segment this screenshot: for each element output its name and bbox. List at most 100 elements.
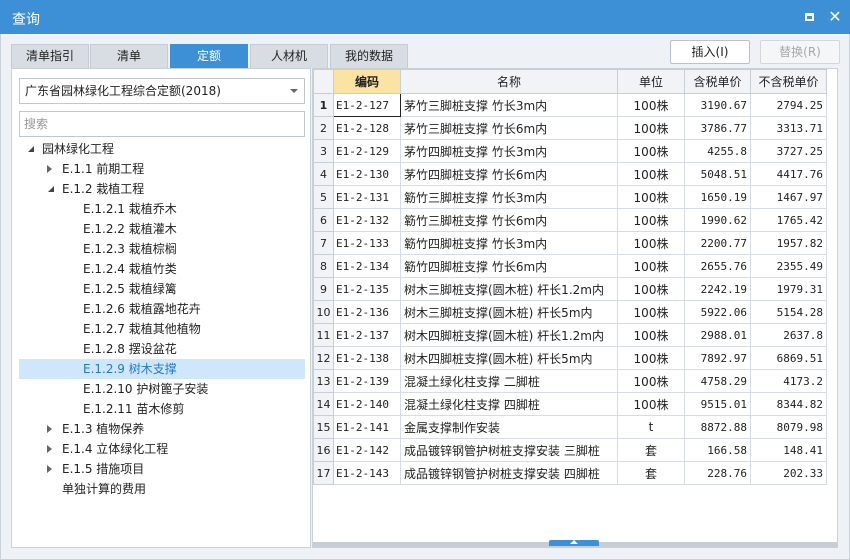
unit-cell[interactable]: 套 [617,438,685,462]
tree-item[interactable]: E.1.2.1 栽植乔木 [12,199,310,219]
row-number-cell[interactable]: 1 [313,93,334,117]
price-tax-cell[interactable]: 9515.01 [684,392,751,416]
price-notax-cell[interactable]: 2794.25 [750,93,827,117]
unit-cell[interactable]: 100株 [617,346,685,370]
price-notax-cell[interactable]: 2355.49 [750,254,827,278]
code-cell[interactable]: E1-2-135 [333,277,401,301]
row-number-cell[interactable]: 10 [313,300,334,324]
tree-item[interactable]: 单独计算的费用 [12,479,310,499]
name-cell[interactable]: 树木三脚桩支撑(圆木桩) 杆长5m内 [400,300,618,324]
tree-item[interactable]: E.1.2.2 栽植灌木 [12,219,310,239]
price-tax-cell[interactable]: 2655.76 [684,254,751,278]
price-notax-cell[interactable]: 5154.28 [750,300,827,324]
price-notax-cell[interactable]: 3313.71 [750,116,827,140]
expand-down-icon[interactable] [48,186,54,192]
expand-right-icon[interactable] [47,425,52,433]
price-notax-cell[interactable]: 1467.97 [750,185,827,209]
table-row[interactable]: 15 E1-2-141 金属支撑制作安装 t 8872.88 8079.98 [313,415,827,439]
row-number-cell[interactable]: 15 [313,415,334,439]
unit-cell[interactable]: 100株 [617,231,685,255]
table-row[interactable]: 14 E1-2-140 混凝土绿化柱支撑 四脚桩 100株 9515.01 8344.82 [313,392,827,416]
table-row[interactable]: 11 E1-2-137 树木四脚桩支撑(圆木桩) 杆长1.2m内 100株 2988.0… [313,323,827,347]
replace-button[interactable]: 替换(R) [760,40,840,64]
price-tax-cell[interactable]: 2200.77 [684,231,751,255]
tree-item[interactable]: E.1.2.6 栽植露地花卉 [12,299,310,319]
table-row[interactable]: 13 E1-2-139 混凝土绿化柱支撑 二脚桩 100株 4758.29 4173.2 [313,369,827,393]
tab-quota[interactable]: 定额 [170,44,248,68]
row-number-cell[interactable]: 5 [313,185,334,209]
panel-splitter[interactable] [549,540,599,546]
tree-item[interactable]: E.1.2.3 栽植棕榈 [12,239,310,259]
name-cell[interactable]: 茅竹四脚桩支撑 竹长6m内 [400,162,618,186]
name-cell[interactable]: 金属支撑制作安装 [400,415,618,439]
tree-item[interactable]: E.1.1 前期工程 [12,159,310,179]
price-tax-cell[interactable]: 3190.67 [684,93,751,117]
tree-item[interactable]: E.1.3 植物保养 [12,419,310,439]
unit-cell[interactable]: 100株 [617,277,685,301]
table-row[interactable]: 4 E1-2-130 茅竹四脚桩支撑 竹长6m内 100株 5048.51 4417.76 [313,162,827,186]
name-cell[interactable]: 树木三脚桩支撑(圆木桩) 杆长1.2m内 [400,277,618,301]
tree-item[interactable]: E.1.2.7 栽植其他植物 [12,319,310,339]
name-cell[interactable]: 簕竹四脚桩支撑 竹长6m内 [400,254,618,278]
expand-down-icon[interactable] [28,146,34,152]
row-number-cell[interactable]: 17 [313,461,334,485]
price-notax-cell[interactable]: 6869.51 [750,346,827,370]
column-header-price-tax[interactable]: 含税单价 [684,69,751,94]
name-cell[interactable]: 混凝土绿化柱支撑 四脚桩 [400,392,618,416]
row-number-cell[interactable]: 13 [313,369,334,393]
price-tax-cell[interactable]: 5922.06 [684,300,751,324]
expand-right-icon[interactable] [47,165,52,173]
row-number-cell[interactable]: 4 [313,162,334,186]
tab-labor-material-machine[interactable]: 人材机 [250,44,328,68]
name-cell[interactable]: 成品镀锌钢管护树桩支撑安装 四脚桩 [400,461,618,485]
code-cell[interactable]: E1-2-127 [333,93,401,117]
name-cell[interactable]: 簕竹三脚桩支撑 竹长3m内 [400,185,618,209]
name-cell[interactable]: 树木四脚桩支撑(圆木桩) 杆长1.2m内 [400,323,618,347]
maximize-icon[interactable] [800,8,818,26]
code-cell[interactable]: E1-2-136 [333,300,401,324]
expand-right-icon[interactable] [47,465,52,473]
tree-item[interactable]: E.1.2.8 摆设盆花 [12,339,310,359]
tree-item[interactable]: E.1.2 栽植工程 [12,179,310,199]
unit-cell[interactable]: 100株 [617,254,685,278]
price-tax-cell[interactable]: 2988.01 [684,323,751,347]
column-header-code[interactable]: 编码 [333,69,401,94]
table-row[interactable]: 5 E1-2-131 簕竹三脚桩支撑 竹长3m内 100株 1650.19 1467.97 [313,185,827,209]
price-notax-cell[interactable]: 4173.2 [750,369,827,393]
price-tax-cell[interactable]: 2242.19 [684,277,751,301]
tab-list[interactable]: 清单 [90,44,168,68]
row-number-cell[interactable]: 11 [313,323,334,347]
code-cell[interactable]: E1-2-133 [333,231,401,255]
name-cell[interactable]: 混凝土绿化柱支撑 二脚桩 [400,369,618,393]
code-cell[interactable]: E1-2-132 [333,208,401,232]
search-input[interactable] [19,111,305,137]
tree-item[interactable]: E.1.2.10 护树篦子安装 [12,379,310,399]
name-cell[interactable]: 簕竹三脚桩支撑 竹长6m内 [400,208,618,232]
price-notax-cell[interactable]: 202.33 [750,461,827,485]
column-header-name[interactable]: 名称 [400,69,618,94]
price-tax-cell[interactable]: 3786.77 [684,116,751,140]
price-tax-cell[interactable]: 7892.97 [684,346,751,370]
name-cell[interactable]: 茅竹四脚桩支撑 竹长3m内 [400,139,618,163]
expand-right-icon[interactable] [47,445,52,453]
table-row[interactable]: 3 E1-2-129 茅竹四脚桩支撑 竹长3m内 100株 4255.8 3727.25 [313,139,827,163]
price-notax-cell[interactable]: 4417.76 [750,162,827,186]
tree-item[interactable]: E.1.2.4 栽植竹类 [12,259,310,279]
column-header-unit[interactable]: 单位 [617,69,685,94]
table-row[interactable]: 6 E1-2-132 簕竹三脚桩支撑 竹长6m内 100株 1990.62 1765.42 [313,208,827,232]
table-row[interactable]: 10 E1-2-136 树木三脚桩支撑(圆木桩) 杆长5m内 100株 5922.06 5… [313,300,827,324]
price-notax-cell[interactable]: 148.41 [750,438,827,462]
price-tax-cell[interactable]: 1650.19 [684,185,751,209]
price-notax-cell[interactable]: 3727.25 [750,139,827,163]
row-number-cell[interactable]: 9 [313,277,334,301]
code-cell[interactable]: E1-2-143 [333,461,401,485]
table-row[interactable]: 12 E1-2-138 树木四脚桩支撑(圆木桩) 杆长5m内 100株 7892.97 6… [313,346,827,370]
unit-cell[interactable]: 100株 [617,323,685,347]
tree-item-selected[interactable]: E.1.2.9 树木支撑 [19,359,305,379]
price-notax-cell[interactable]: 1979.31 [750,277,827,301]
row-number-cell[interactable]: 3 [313,139,334,163]
price-tax-cell[interactable]: 166.58 [684,438,751,462]
price-tax-cell[interactable]: 1990.62 [684,208,751,232]
code-cell[interactable]: E1-2-142 [333,438,401,462]
table-row[interactable]: 17 E1-2-143 成品镀锌钢管护树桩支撑安装 四脚桩套 228.76 202.33 [313,461,827,485]
